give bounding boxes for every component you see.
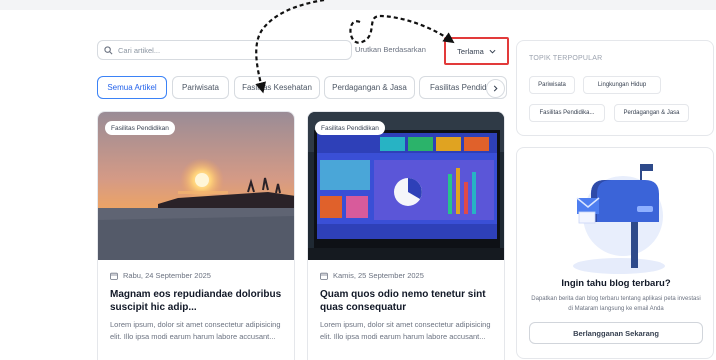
article-excerpt: Lorem ipsum, dolor sit amet consectetur … (320, 320, 491, 341)
top-bar (0, 0, 716, 10)
sort-label: Urutkan Berdasarkan (355, 45, 426, 54)
sort-selected-value: Terlama (457, 46, 484, 56)
search-placeholder: Cari artikel... (118, 45, 161, 55)
article-date-text: Rabu, 24 September 2025 (123, 271, 211, 280)
search-icon (104, 45, 113, 54)
popular-tag-fasilitas-pendidikan[interactable]: Fasilitas Pendidika... (529, 104, 605, 122)
popular-tag-perdagangan-jasa[interactable]: Perdagangan & Jasa (614, 104, 689, 122)
mailbox-illustration (573, 164, 665, 274)
chips-next-button[interactable] (486, 79, 505, 98)
article-date: Kamis, 25 September 2025 (320, 271, 424, 280)
popular-topics-panel: TOPIK TERPOPULAR Pariwisata Lingkungan H… (516, 40, 714, 136)
subscribe-panel: Ingin tahu blog terbaru? Dapatkan berita… (516, 147, 714, 359)
article-card[interactable]: Fasilitas Pendidikan Rabu, 24 September … (97, 111, 295, 360)
calendar-icon (110, 272, 118, 280)
subscribe-description: Dapatkan berita dan blog terbaru tentang… (531, 296, 701, 312)
article-title[interactable]: Magnam eos repudiandae doloribus suscipi… (110, 288, 288, 314)
article-category-badge: Fasilitas Pendidikan (315, 121, 385, 135)
subscribe-button[interactable]: Berlangganan Sekarang (529, 322, 703, 344)
chevron-right-icon (493, 85, 498, 92)
search-input[interactable]: Cari artikel... (97, 40, 352, 60)
chip-semua-artikel[interactable]: Semua Artikel (97, 76, 167, 99)
article-card[interactable]: Fasilitas Pendidikan Kamis, 25 September… (307, 111, 505, 360)
subscribe-heading: Ingin tahu blog terbaru? (561, 278, 671, 289)
article-date-text: Kamis, 25 September 2025 (333, 271, 424, 280)
popular-tag-lingkungan-hidup[interactable]: Lingkungan Hidup (583, 76, 661, 94)
calendar-icon (320, 272, 328, 280)
article-category-badge: Fasilitas Pendidikan (105, 121, 175, 135)
chip-pariwisata[interactable]: Pariwisata (172, 76, 229, 99)
article-date: Rabu, 24 September 2025 (110, 271, 211, 280)
article-title[interactable]: Quam quos odio nemo tenetur sint quas co… (320, 288, 498, 314)
popular-tag-pariwisata[interactable]: Pariwisata (529, 76, 575, 94)
category-chips: Semua Artikel Pariwisata Fasilitas Keseh… (97, 76, 507, 100)
article-excerpt: Lorem ipsum, dolor sit amet consectetur … (110, 320, 281, 341)
chip-perdagangan-jasa[interactable]: Perdagangan & Jasa (324, 76, 415, 99)
popular-topics-heading: TOPIK TERPOPULAR (529, 55, 603, 62)
sort-dropdown[interactable]: Terlama (444, 37, 509, 65)
chevron-down-icon (489, 49, 496, 54)
chip-fasilitas-kesehatan[interactable]: Fasilitas Kesehatan (234, 76, 320, 99)
